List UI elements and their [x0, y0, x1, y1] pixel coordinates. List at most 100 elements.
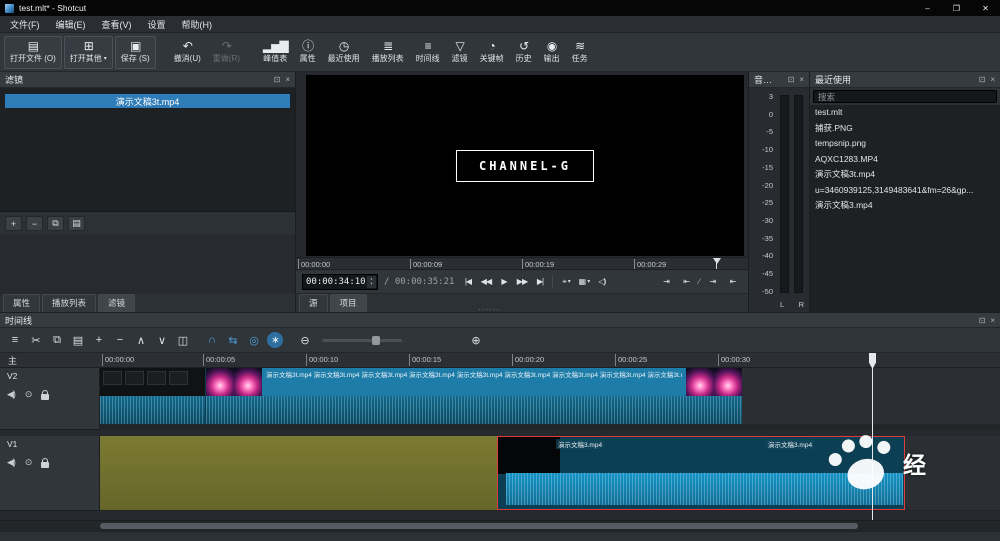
timeline-clip[interactable]	[100, 368, 205, 424]
peak-meter-button[interactable]: ▂▅▇ 峰值表	[258, 36, 293, 69]
close-button[interactable]: ✕	[971, 0, 1000, 16]
list-item[interactable]: 演示文稿3t.mp4	[810, 167, 1000, 183]
scrub-while-dragging-toggle[interactable]: ⇆	[223, 331, 242, 350]
lock-track-icon[interactable]	[41, 389, 50, 400]
properties-button[interactable]: ⓘ 属性	[295, 36, 321, 69]
open-other-button[interactable]: ⊞ 打开其他 ▾	[63, 35, 113, 69]
list-item[interactable]: AQXC1283.MP4	[810, 152, 1000, 168]
filters-button[interactable]: ▽ 滤镜	[447, 36, 473, 69]
split-button[interactable]: ◫	[173, 331, 192, 350]
menu-settings[interactable]: 设置	[140, 18, 174, 31]
minimize-button[interactable]: –	[913, 0, 942, 16]
jobs-button[interactable]: ≋ 任务	[567, 36, 593, 69]
preview-playhead[interactable]	[713, 258, 721, 269]
spin-down-icon[interactable]: ▾	[370, 281, 373, 287]
recent-button[interactable]: ◷ 最近使用	[323, 36, 365, 69]
ripple-all-tracks-toggle[interactable]: ∗	[267, 332, 283, 348]
add-filter-button[interactable]: +	[5, 216, 22, 231]
mute-track-icon[interactable]: ◀)	[7, 389, 16, 400]
ripple-toggle[interactable]: ◎	[244, 331, 263, 350]
keyframes-button[interactable]: ◔ 关键帧	[475, 36, 509, 69]
zoom-in-button[interactable]: ⊕	[466, 331, 485, 350]
track-header-v1[interactable]: V1 ◀) ⊙	[0, 436, 100, 511]
timeline-button[interactable]: ≡ 时间线	[411, 36, 445, 69]
hide-track-icon[interactable]: ⊙	[25, 457, 32, 468]
grid-options-button[interactable]: ▦ ▾	[576, 274, 591, 290]
zoom-slider[interactable]	[322, 335, 402, 345]
menu-file[interactable]: 文件(F)	[2, 18, 48, 31]
list-item[interactable]: tempsnip.png	[810, 136, 1000, 152]
tab-playlist[interactable]: 播放列表	[42, 294, 97, 312]
tab-source[interactable]: 源	[299, 294, 328, 312]
close-panel-icon[interactable]: ×	[799, 75, 804, 84]
volume-button[interactable]: ◁)	[594, 274, 609, 290]
tab-filters[interactable]: 滤镜	[98, 294, 136, 312]
float-panel-icon[interactable]: ⊡	[788, 75, 795, 84]
copy-button[interactable]: ⧉	[47, 331, 66, 350]
trim-out-button[interactable]: ⇤	[679, 274, 694, 290]
undo-button[interactable]: ↶ 撤消(U)	[169, 36, 206, 69]
timeline-playhead[interactable]	[869, 353, 876, 520]
mute-track-icon[interactable]: ◀)	[7, 457, 16, 468]
list-item[interactable]: u=3460939125,3149483641&fm=26&gp...	[810, 183, 1000, 199]
close-panel-icon[interactable]: ×	[990, 316, 995, 325]
float-panel-icon[interactable]: ⊡	[979, 75, 986, 84]
snap-toggle[interactable]: ∩	[202, 331, 221, 350]
menu-help[interactable]: 帮助(H)	[174, 18, 221, 31]
overwrite-button[interactable]: ∨	[152, 331, 171, 350]
float-panel-icon[interactable]: ⊡	[979, 316, 986, 325]
timeline-menu-button[interactable]: ≡	[5, 331, 24, 350]
timeline-horizontal-scrollbar[interactable]	[0, 520, 1000, 531]
fast-forward-button[interactable]: ▶▶	[514, 274, 529, 290]
loop-options-button[interactable]: ⌖ ▾	[558, 274, 573, 290]
close-panel-icon[interactable]: ×	[285, 75, 290, 84]
lift-button[interactable]: ∧	[131, 331, 150, 350]
play-button[interactable]: ▶	[496, 274, 511, 290]
rewind-button[interactable]: ◀◀	[478, 274, 493, 290]
scrollbar-thumb[interactable]	[100, 523, 858, 529]
zoom-out-button[interactable]: ⊖	[295, 331, 314, 350]
timeline-ruler[interactable]: 00:00:00 00:00:05 00:00:10 00:00:15 00:0…	[100, 353, 1000, 368]
hide-track-icon[interactable]: ⊙	[25, 389, 32, 400]
menu-edit[interactable]: 编辑(E)	[48, 18, 94, 31]
skip-to-end-button[interactable]: ▶|	[532, 274, 547, 290]
close-panel-icon[interactable]: ×	[990, 75, 995, 84]
adjust-in-button[interactable]: ⇥	[705, 274, 720, 290]
paste-filter-button[interactable]: ▤	[68, 216, 85, 231]
remove-filter-button[interactable]: −	[26, 216, 43, 231]
export-button[interactable]: ◉ 输出	[539, 36, 565, 69]
list-item[interactable]: 演示文稿3.mp4	[810, 198, 1000, 214]
float-panel-icon[interactable]: ⊡	[274, 75, 281, 84]
tab-project[interactable]: 项目	[329, 294, 367, 312]
timeline-clip[interactable]	[100, 436, 497, 510]
save-button[interactable]: ▣ 保存 (S)	[114, 35, 156, 69]
ripple-delete-button[interactable]: −	[110, 331, 129, 350]
selected-clip-item[interactable]: 演示文稿3t.mp4	[5, 94, 290, 108]
current-timecode-field[interactable]: 00:00:34:10 ▴ ▾	[302, 273, 378, 290]
dock-splitter-handle[interactable]: ······	[478, 305, 500, 314]
master-track-header[interactable]: 主	[0, 353, 100, 368]
playlist-button[interactable]: ≣ 播放列表	[367, 36, 409, 69]
history-button[interactable]: ↺ 历史	[511, 36, 537, 69]
restore-button[interactable]: ❐	[942, 0, 971, 16]
tab-properties[interactable]: 属性	[3, 294, 41, 312]
paste-button[interactable]: ▤	[68, 331, 87, 350]
open-file-button[interactable]: ▤ 打开文件 (O)	[4, 35, 62, 69]
timeline-clip-selected[interactable]: 演示文稿3.mp4 演示文稿3.mp4	[497, 436, 905, 510]
copy-filter-button[interactable]: ⧉	[47, 216, 64, 231]
adjust-out-button[interactable]: ⇤	[725, 274, 740, 290]
timecode-spinner[interactable]: ▴ ▾	[367, 275, 376, 288]
skip-to-start-button[interactable]: |◀	[460, 274, 475, 290]
timeline-clip[interactable]: 演示文稿3t.mp4 演示文稿3t.mp4 演示文稿3t.mp4 演示文稿3t.…	[205, 368, 742, 424]
search-input[interactable]	[813, 90, 997, 103]
lock-track-icon[interactable]	[41, 457, 50, 468]
list-item[interactable]: 捕获.PNG	[810, 121, 1000, 137]
menu-view[interactable]: 查看(V)	[94, 18, 140, 31]
cut-button[interactable]: ✂	[26, 331, 45, 350]
append-button[interactable]: +	[89, 331, 108, 350]
preview-scrubber[interactable]: 00:00:00 00:00:09 00:00:19 00:00:29	[296, 257, 748, 270]
zoom-slider-handle[interactable]	[372, 335, 380, 345]
list-item[interactable]: test.mlt	[810, 105, 1000, 121]
trim-in-button[interactable]: ⇥	[659, 274, 674, 290]
redo-button[interactable]: ↷ 重做(R)	[208, 36, 245, 69]
